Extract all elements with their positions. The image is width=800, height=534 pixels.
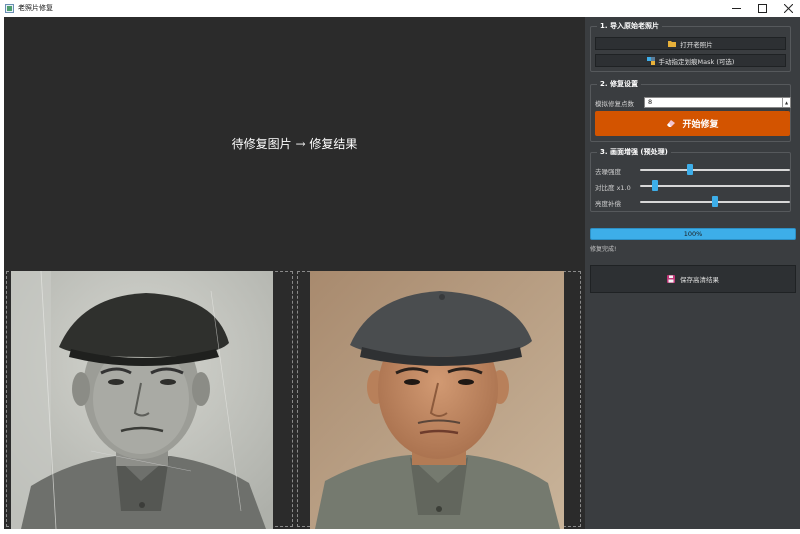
import-section: 1. 导入原始老照片 打开老照片 手动指定划痕Mask (可选) xyxy=(590,21,791,72)
restored-photo xyxy=(310,271,564,529)
start-repair-button[interactable]: 开始修复 xyxy=(595,111,790,136)
progress-text: 100% xyxy=(683,230,703,238)
maximize-icon xyxy=(757,4,767,13)
enhance-section: 3. 画面增强 (预处理) 去噪强度 对比度 x1.0 亮度补偿 xyxy=(590,147,791,212)
contrast-slider-handle[interactable] xyxy=(652,180,658,191)
minimize-icon xyxy=(731,8,741,9)
open-photo-button[interactable]: 打开老照片 xyxy=(595,37,786,50)
import-section-title: 1. 导入原始老照片 xyxy=(597,21,662,31)
slider-label-brightness: 亮度补偿 xyxy=(595,200,621,208)
eraser-icon xyxy=(667,120,676,127)
placeholder-text: 待修复图片 → 修复结果 xyxy=(231,137,358,151)
minimize-button[interactable] xyxy=(723,0,749,17)
steps-label: 模拟修复点数 xyxy=(595,100,634,108)
window-title: 老照片修复 xyxy=(18,4,53,12)
steps-spinbox[interactable]: 8 ▲ ▼ xyxy=(644,97,791,114)
start-repair-label: 开始修复 xyxy=(682,120,719,130)
close-button[interactable] xyxy=(775,0,800,17)
spin-up-icon[interactable]: ▲ xyxy=(783,98,790,107)
slider-label-denoise: 去噪强度 xyxy=(595,168,621,176)
manual-mask-label: 手动指定划痕Mask (可选) xyxy=(658,57,735,66)
floppy-disk-icon xyxy=(667,275,675,283)
image-viewer: 待修复图片 → 修复结果 xyxy=(4,17,585,529)
enhance-section-title: 3. 画面增强 (预处理) xyxy=(597,147,671,157)
brightness-slider-handle[interactable] xyxy=(712,196,718,207)
spin-arrows[interactable]: ▲ ▼ xyxy=(782,98,790,114)
brush-icon xyxy=(646,56,655,65)
control-panel: 1. 导入原始老照片 打开老照片 手动指定划痕Mask (可选) 2. 修复设置… xyxy=(585,17,800,529)
maximize-button[interactable] xyxy=(749,0,775,17)
save-result-label: 保存高清结果 xyxy=(680,276,719,284)
title-bar: 老照片修复 xyxy=(0,0,800,17)
contrast-slider-track[interactable] xyxy=(640,185,790,187)
progress-bar: 100% xyxy=(590,228,796,240)
open-photo-label: 打开老照片 xyxy=(680,40,713,49)
denoise-slider-handle[interactable] xyxy=(686,164,693,175)
denoise-slider-track[interactable] xyxy=(640,169,790,171)
manual-mask-button[interactable]: 手动指定划痕Mask (可选) xyxy=(595,54,786,67)
status-text: 修复完成! xyxy=(590,246,617,253)
app-icon xyxy=(5,4,14,13)
repair-section-title: 2. 修复设置 xyxy=(597,79,641,89)
steps-value: 8 xyxy=(648,98,653,106)
slider-label-contrast: 对比度 x1.0 xyxy=(595,184,631,192)
save-result-button[interactable]: 保存高清结果 xyxy=(590,265,796,293)
original-photo xyxy=(11,271,273,529)
folder-icon xyxy=(668,41,677,47)
close-icon xyxy=(783,4,793,13)
repair-section: 2. 修复设置 模拟修复点数 8 ▲ ▼ 开始修复 xyxy=(590,79,791,142)
